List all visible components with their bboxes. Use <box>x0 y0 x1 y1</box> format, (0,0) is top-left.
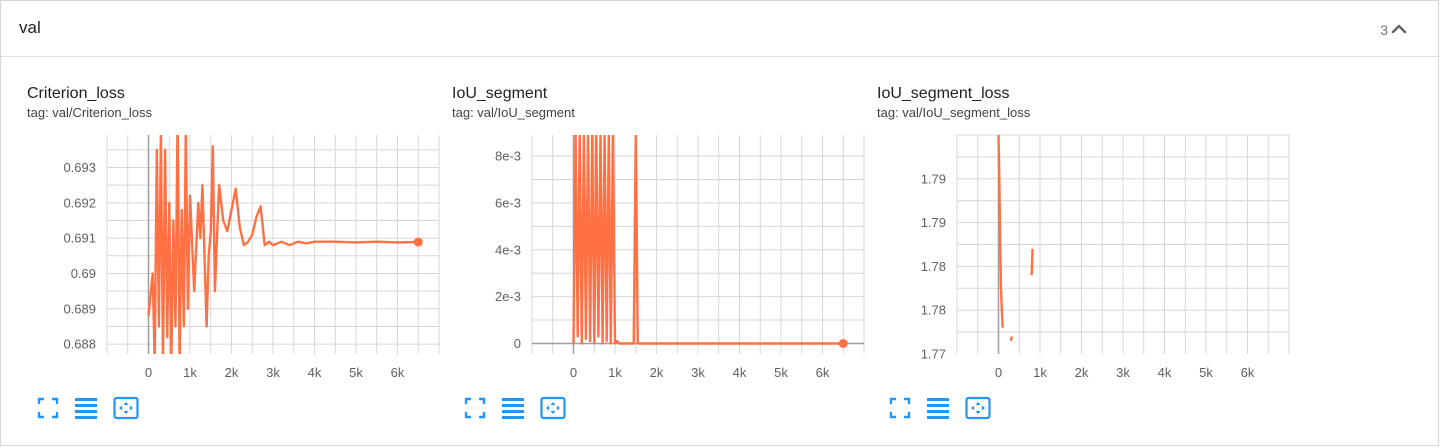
fit-domain-icon[interactable] <box>965 395 991 421</box>
y-tick-label: 0.691 <box>63 231 96 246</box>
y-tick-label: 1.78 <box>921 259 946 274</box>
y-tick-label: 4e-3 <box>495 242 521 257</box>
y-tick-label: 2e-3 <box>495 289 521 304</box>
x-tick-label: 2k <box>650 365 664 380</box>
series-endpoint <box>413 237 423 247</box>
chevron-up-icon[interactable] <box>1390 20 1408 38</box>
x-tick-label: 0 <box>995 365 1002 380</box>
y-tick-label: 0.69 <box>71 266 96 281</box>
x-tick-label: 2k <box>225 365 239 380</box>
x-tick-label: 0 <box>145 365 152 380</box>
line-chart[interactable]: 1.79 1.79 1.78 1.78 1.77 0 1k 2k 3k 4k 5k 6k <box>851 58 1291 388</box>
fullscreen-icon[interactable] <box>35 395 61 421</box>
y-tick-label: 0.689 <box>63 301 96 316</box>
group-title: val <box>19 18 41 37</box>
x-tick-label: 1k <box>608 365 622 380</box>
x-tick-label: 2k <box>1075 365 1089 380</box>
y-tick-label: 0 <box>514 336 521 351</box>
x-tick-label: 4k <box>1158 365 1172 380</box>
x-tick-label: 4k <box>733 365 747 380</box>
chart-card-iou-segment: IoU_segment tag: val/IoU_segment 8e-3 6e-… <box>426 58 865 447</box>
x-tick-label: 6k <box>816 365 830 380</box>
x-tick-label: 4k <box>308 365 322 380</box>
fullscreen-icon[interactable] <box>887 395 913 421</box>
y-tick-label: 6e-3 <box>495 195 521 210</box>
x-tick-label: 1k <box>183 365 197 380</box>
x-tick-label: 1k <box>1033 365 1047 380</box>
fit-domain-icon[interactable] <box>540 395 566 421</box>
y-tick-label: 0.693 <box>63 160 96 175</box>
data-table-icon[interactable] <box>925 395 951 421</box>
x-tick-label: 3k <box>1116 365 1130 380</box>
line-chart[interactable]: 0.693 0.692 0.691 0.69 0.689 0.688 0 1k 2k 3k 4k 5k… <box>1 58 441 388</box>
chart-card-criterion-loss: Criterion_loss tag: val/Criterion_loss 0… <box>1 58 440 447</box>
group-header[interactable]: val 3 <box>1 1 1438 57</box>
series-line <box>1030 248 1034 276</box>
y-tick-label: 1.77 <box>921 347 946 362</box>
val-group-panel: val 3 Criterion_loss tag: val/Criterion_… <box>0 0 1439 446</box>
series-line <box>1009 336 1013 342</box>
x-tick-label: 5k <box>349 365 363 380</box>
line-chart[interactable]: 8e-3 6e-3 4e-3 2e-3 0 0 1k 2k 3k 4k 5k 6k <box>426 58 866 388</box>
y-tick-label: 1.79 <box>921 215 946 230</box>
y-tick-label: 1.79 <box>921 171 946 186</box>
data-table-icon[interactable] <box>73 395 99 421</box>
x-tick-label: 3k <box>266 365 280 380</box>
y-tick-label: 0.692 <box>63 195 96 210</box>
series-line <box>572 135 844 345</box>
y-tick-label: 8e-3 <box>495 149 521 164</box>
data-table-icon[interactable] <box>500 395 526 421</box>
chart-card-iou-segment-loss: IoU_segment_loss tag: val/IoU_segment_lo… <box>851 58 1290 447</box>
x-tick-label: 5k <box>1199 365 1213 380</box>
x-tick-label: 0 <box>570 365 577 380</box>
series-endpoint <box>838 338 848 348</box>
y-tick-label: 0.688 <box>63 337 96 352</box>
group-count: 3 <box>1380 22 1388 38</box>
series-group <box>572 135 844 345</box>
x-tick-label: 6k <box>391 365 405 380</box>
y-tick-label: 1.78 <box>921 303 946 318</box>
x-tick-label: 3k <box>691 365 705 380</box>
x-tick-label: 6k <box>1241 365 1255 380</box>
fullscreen-icon[interactable] <box>462 395 488 421</box>
fit-domain-icon[interactable] <box>113 395 139 421</box>
x-tick-label: 5k <box>774 365 788 380</box>
